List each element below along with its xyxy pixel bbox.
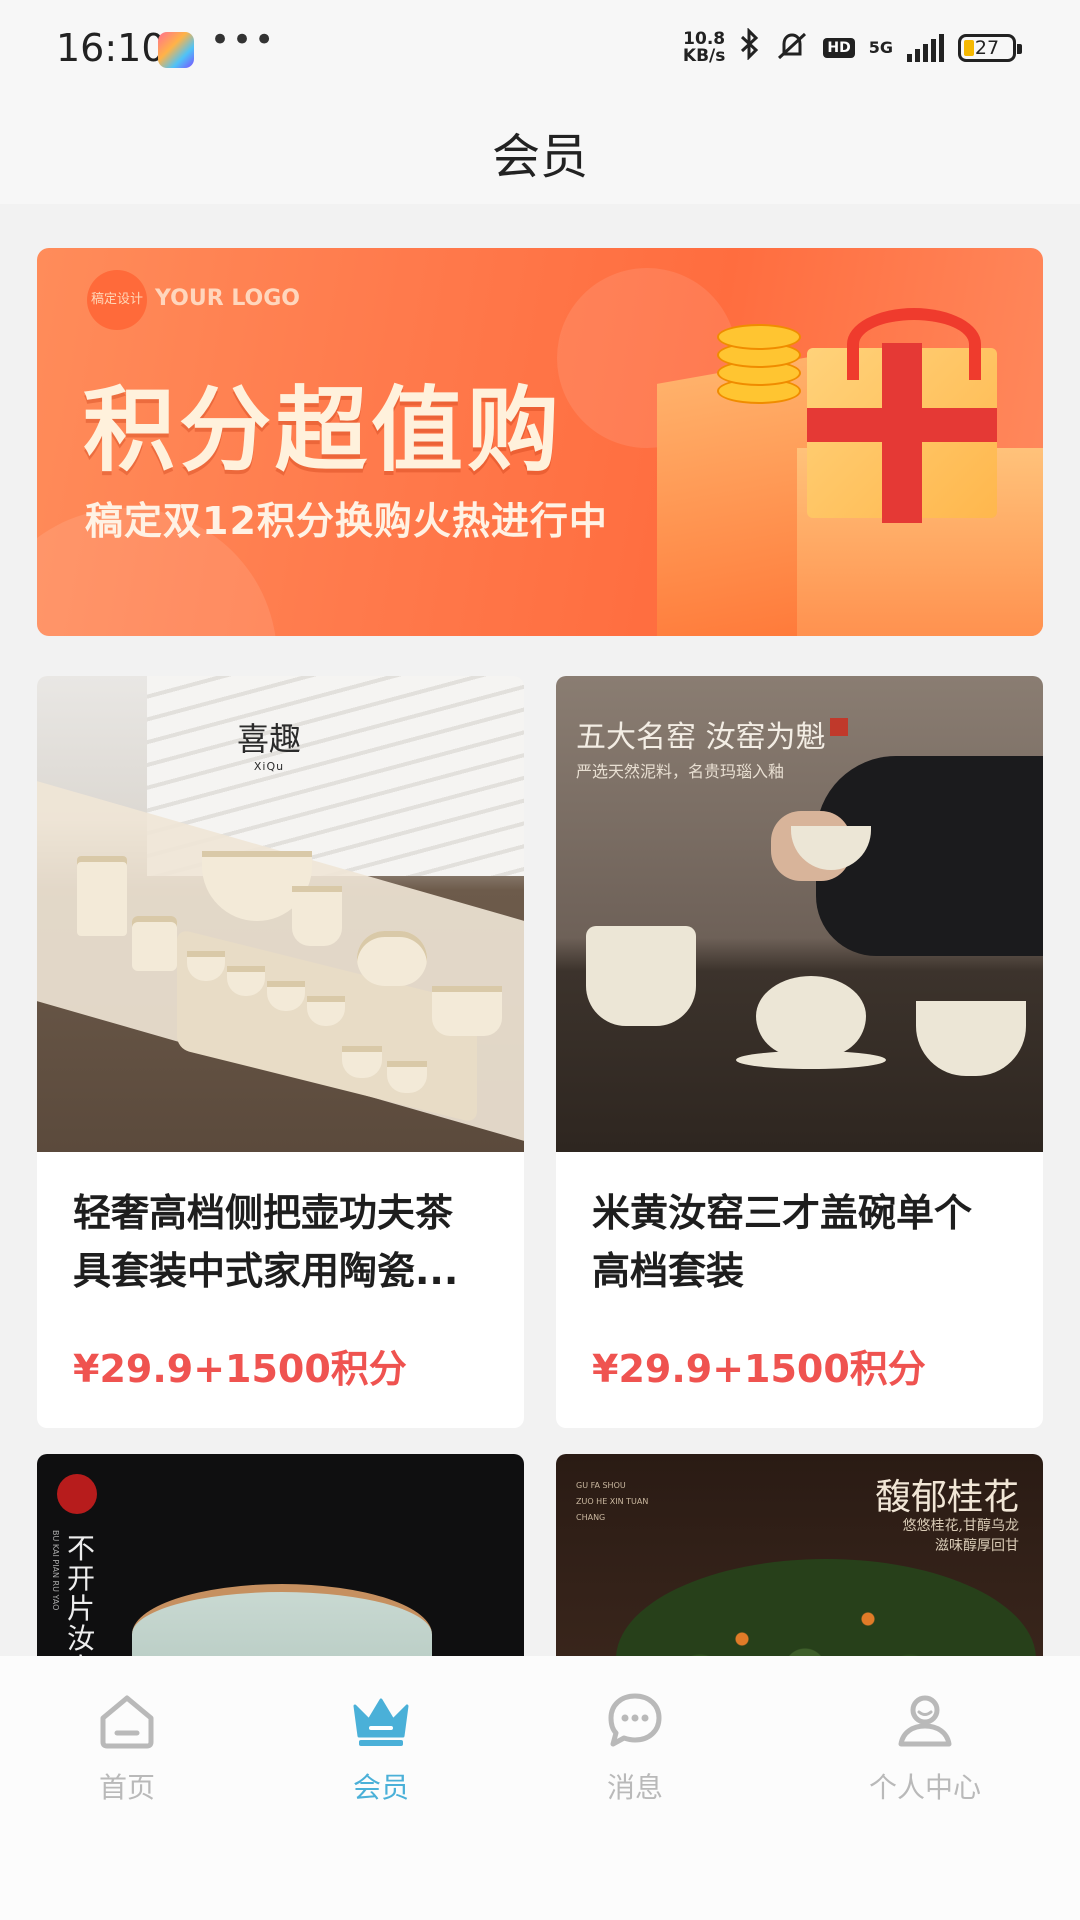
- image-small-line: ZUO HE XIN TUAN: [576, 1497, 649, 1506]
- product-image[interactable]: 五大名窑 汝窑为魁 严选天然泥料，名贵玛瑙入釉: [556, 676, 1043, 1152]
- banner-logo-text: YOUR LOGO: [155, 286, 301, 311]
- banner-headline: 积分超值购: [83, 377, 564, 484]
- image-title: 馥郁桂花: [874, 1477, 1019, 1518]
- more-notifications-icon: •••: [210, 20, 277, 60]
- network-type: 5G: [868, 38, 893, 57]
- image-title: 五大名窑 汝窑为魁: [576, 720, 826, 755]
- product-card[interactable]: 喜趣 XiQu 轻奢高档侧把壶功夫茶具套装中式家用陶瓷... ¥29.9+150…: [37, 676, 524, 1428]
- nav-profile-label: 个人中心: [868, 1771, 981, 1804]
- image-small-line: GU FA SHOU: [576, 1481, 626, 1490]
- nav-profile[interactable]: 个人中心: [845, 1688, 1005, 1806]
- banner-logo-badge: 稿定设计: [87, 270, 147, 330]
- image-title: 不开片汝窑: [67, 1532, 96, 1675]
- image-brand-logo: 喜趣 XiQu: [237, 714, 301, 773]
- product-image[interactable]: BU KAI PIAN RU YAO 不开片汝窑: [37, 1454, 524, 1674]
- image-small-line: CHANG: [576, 1513, 606, 1522]
- battery-icon: 27: [958, 34, 1022, 62]
- bottom-navigation: 首页 会员 消息 个人中心: [0, 1656, 1080, 1920]
- product-card[interactable]: BU KAI PIAN RU YAO 不开片汝窑: [37, 1454, 524, 1674]
- coins-illustration: [717, 288, 801, 408]
- page-title: 会员: [491, 129, 588, 185]
- mute-icon: [775, 30, 809, 66]
- battery-level: 27: [974, 37, 1000, 59]
- hd-voice-icon: HD: [823, 38, 855, 58]
- teapot: [357, 931, 427, 986]
- image-pinyin: BU KAI PIAN RU YAO: [51, 1530, 60, 1611]
- image-brand-sub: XiQu: [253, 760, 285, 773]
- tea-caddy: [132, 916, 177, 971]
- image-brand: 喜趣: [237, 720, 302, 758]
- network-speed: 10.8 KB/s: [683, 31, 725, 65]
- saucer: [736, 1051, 886, 1069]
- image-small-text: GU FA SHOU ZUO HE XIN TUAN CHANG: [576, 1478, 648, 1526]
- bluetooth-icon: [739, 27, 761, 68]
- nav-home[interactable]: 首页: [47, 1688, 207, 1806]
- title-bar: 会员: [0, 100, 1080, 204]
- gift-bow: [847, 308, 981, 380]
- product-image[interactable]: 喜趣 XiQu: [37, 676, 524, 1152]
- seal-stamp-icon: [57, 1474, 97, 1514]
- tea-cup: [342, 1046, 382, 1078]
- promo-banner[interactable]: 稿定设计 YOUR LOGO 积分超值购 稿定双12积分换购火热进行中: [37, 248, 1043, 636]
- pitcher: [292, 886, 342, 946]
- seal-stamp-icon: [829, 718, 848, 736]
- product-card[interactable]: 五大名窑 汝窑为魁 严选天然泥料，名贵玛瑙入釉 米黄汝窑三才盖碗单个高档套装 ¥…: [556, 676, 1043, 1428]
- image-subtitle-line: 滋味醇厚回甘: [935, 1538, 1019, 1554]
- product-card[interactable]: GU FA SHOU ZUO HE XIN TUAN CHANG 馥郁桂花 悠悠…: [556, 1454, 1043, 1674]
- game-app-icon: [158, 32, 194, 68]
- image-headline: 五大名窑 汝窑为魁: [576, 712, 848, 756]
- image-subtitle: 严选天然泥料，名贵玛瑙入釉: [576, 762, 785, 781]
- network-speed-unit: KB/s: [682, 46, 726, 66]
- nav-member[interactable]: 会员: [301, 1688, 461, 1806]
- tea-cup: [432, 986, 502, 1036]
- product-price: ¥29.9+1500积分: [73, 1347, 407, 1391]
- product-name: 米黄汝窑三才盖碗单个高档套装: [592, 1191, 973, 1293]
- status-bar: 16:10 ••• 10.8 KB/s HD 5G 27: [0, 0, 1080, 100]
- nav-member-label: 会员: [352, 1771, 409, 1804]
- nav-messages-label: 消息: [606, 1771, 663, 1804]
- nav-home-label: 首页: [98, 1771, 155, 1804]
- tea-cup: [387, 1061, 427, 1093]
- crown-icon: [353, 1698, 409, 1746]
- image-subtitle-line: 悠悠桂花,甘醇乌龙: [902, 1518, 1019, 1534]
- product-price: ¥29.9+1500积分: [592, 1347, 926, 1391]
- gift-ribbon: [807, 408, 997, 442]
- gaiwan: [756, 976, 866, 1056]
- home-icon: [100, 1695, 154, 1749]
- signal-strength-icon: [907, 34, 944, 62]
- status-time: 16:10: [56, 26, 166, 70]
- person-icon: [898, 1695, 952, 1747]
- pitcher: [586, 926, 696, 1026]
- image-subtitle: 悠悠桂花,甘醇乌龙 滋味醇厚回甘: [903, 1516, 1019, 1556]
- utensil-holder: [77, 856, 127, 936]
- nav-messages[interactable]: 消息: [555, 1688, 715, 1806]
- banner-subline: 稿定双12积分换购火热进行中: [85, 499, 608, 543]
- product-name: 轻奢高档侧把壶功夫茶具套装中式家用陶瓷...: [73, 1191, 459, 1293]
- product-image[interactable]: GU FA SHOU ZUO HE XIN TUAN CHANG 馥郁桂花 悠悠…: [556, 1454, 1043, 1674]
- chat-bubble-icon: [608, 1693, 662, 1747]
- strainer-bowl: [916, 1001, 1026, 1076]
